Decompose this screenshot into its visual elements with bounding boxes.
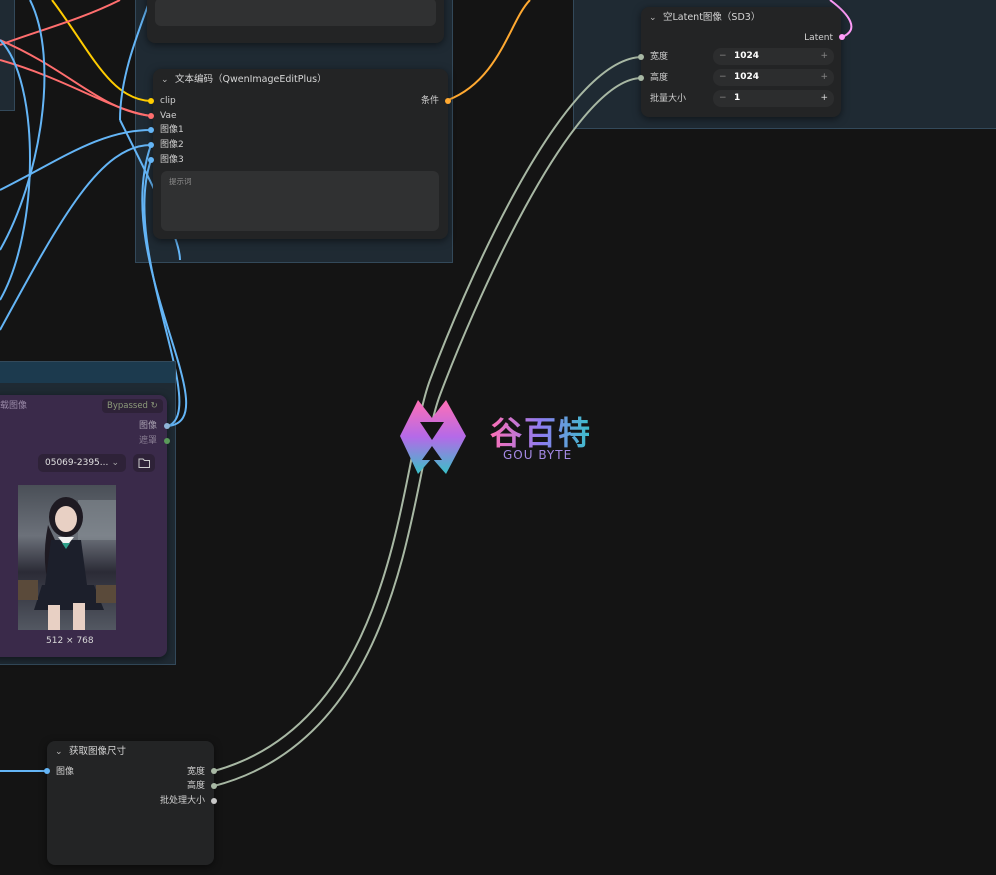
chevron-down-icon: ⌄ [111,458,119,468]
image-output-dot[interactable] [164,423,170,429]
redo-icon: ↻ [150,401,158,411]
image-size-label: 512 × 768 [46,636,94,646]
bypassed-badge[interactable]: Bypassed ↻ [102,399,163,413]
conditioning-output-dot[interactable] [445,98,451,104]
image-output-label: 图像 [138,421,157,431]
height-widget[interactable]: − 1024 + [713,69,834,86]
empty-latent-title-text: 空Latent图像（SD3） [663,12,761,23]
get-size-width-output-dot[interactable] [211,768,217,774]
height-widget-label: 高度 [650,73,669,83]
get-size-title-text: 获取图像尺寸 [69,746,127,757]
get-size-width-output-label: 宽度 [186,767,205,777]
decrement-icon[interactable]: − [719,90,727,107]
get-size-height-output-dot[interactable] [211,783,217,789]
load-image-title: 载图像 [0,401,28,411]
vae-wire-a [0,39,152,117]
image2-input-dot[interactable] [148,142,154,148]
latent-output-label: Latent [804,33,833,43]
get-size-batch-output-dot[interactable] [211,798,217,804]
vae-input-dot[interactable] [148,113,154,119]
increment-icon[interactable]: + [820,90,828,107]
height-input-dot[interactable] [638,75,644,81]
latent-output-dot[interactable] [839,34,845,40]
get-size-image-input-dot[interactable] [44,768,50,774]
collapse-chevron-icon[interactable]: ⌄ [161,69,169,91]
decrement-icon[interactable]: − [719,69,727,86]
load-image-node[interactable]: 载图像 Bypassed ↻ 图像 遮罩 05069-2395... ⌄ 512… [0,395,167,657]
height-value: 1024 [734,72,760,82]
width-widget[interactable]: − 1024 + [713,48,834,65]
logo-mark-icon [400,400,466,474]
width-value: 1024 [734,51,760,61]
conditioning-wire [447,0,531,101]
mask-output-label: 遮罩 [138,436,157,446]
image2-wire [0,144,152,331]
width-widget-label: 宽度 [650,52,669,62]
increment-icon[interactable]: + [820,48,828,65]
text-encode-title-text: 文本编码（QwenImageEditPlus） [175,74,327,85]
increment-icon[interactable]: + [820,69,828,86]
image1-input-label: 图像1 [160,125,184,135]
decrement-icon[interactable]: − [719,48,727,65]
collapse-chevron-icon[interactable]: ⌄ [649,7,657,29]
prompt-textarea[interactable]: 提示词 [161,171,439,231]
image2-input-label: 图像2 [160,140,184,150]
file-name: 05069-2395... [45,458,109,468]
get-size-height-output-label: 高度 [186,781,205,791]
top-cut-node[interactable] [147,0,444,43]
left-edge-group [0,0,15,111]
clip-input-dot[interactable] [148,98,154,104]
bypassed-badge-text: Bypassed [107,401,148,411]
batch-widget-label: 批量大小 [650,94,687,104]
get-image-size-node[interactable]: ⌄ 获取图像尺寸 图像 宽度 高度 批处理大小 [47,741,214,865]
empty-latent-node[interactable]: ⌄ 空Latent图像（SD3） Latent 宽度 − 1024 + 高度 −… [641,7,841,117]
watermark-logo: 谷百特 GOU BYTE [398,396,598,480]
clip-input-label: clip [160,96,176,106]
vae-wire-b [0,0,121,46]
text-encode-title[interactable]: ⌄ 文本编码（QwenImageEditPlus） [153,69,448,91]
empty-latent-title[interactable]: ⌄ 空Latent图像（SD3） [641,7,841,29]
image3-input-dot[interactable] [148,157,154,163]
mask-output-dot[interactable] [164,438,170,444]
load-image-header [0,361,176,383]
image3-input-label: 图像3 [160,155,184,165]
batch-value: 1 [734,93,741,103]
get-size-batch-output-label: 批处理大小 [159,796,205,806]
collapse-chevron-icon[interactable]: ⌄ [55,741,63,763]
vae-input-label: Vae [160,111,177,121]
image-preview [18,485,116,630]
get-size-image-input-label: 图像 [56,767,75,777]
file-select[interactable]: 05069-2395... ⌄ [38,454,126,472]
get-size-title[interactable]: ⌄ 获取图像尺寸 [47,741,214,763]
folder-icon[interactable] [133,454,155,472]
vae-wire-c [0,59,152,117]
top-node-textarea[interactable] [155,0,436,26]
conditioning-output-label: 条件 [421,96,440,106]
image1-wire [0,129,152,191]
batch-widget[interactable]: − 1 + [713,90,834,107]
image1-input-dot[interactable] [148,127,154,133]
watermark-subtitle: GOU BYTE [503,448,573,462]
width-input-dot[interactable] [638,54,644,60]
